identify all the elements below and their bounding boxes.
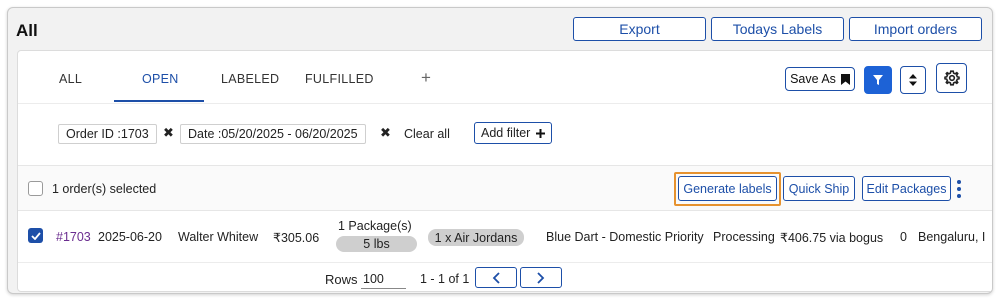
- add-tab-icon[interactable]: +: [421, 68, 431, 88]
- order-amount: ₹305.06: [273, 231, 320, 245]
- clear-all-link[interactable]: Clear all: [404, 127, 450, 141]
- bookmark-icon: [840, 73, 850, 85]
- carrier-service: Blue Dart - Domestic Priority: [546, 230, 704, 244]
- chevron-left-icon: [492, 271, 500, 284]
- tab-bar: ALL OPEN LABELED FULFILLED + Save As: [18, 51, 992, 103]
- tab-fulfilled[interactable]: FULFILLED: [305, 72, 374, 86]
- order-id-link[interactable]: #1703: [56, 230, 91, 244]
- pagination-bar: Rows 100 1 - 1 of 1: [18, 262, 992, 291]
- sort-button[interactable]: [900, 66, 926, 94]
- filter-bar: Order ID :1703 ✖ Date :05/20/2025 - 06/2…: [18, 103, 992, 159]
- table-row[interactable]: #1703 2025-06-20 Walter Whitew ₹305.06 1…: [18, 211, 992, 262]
- row-checkbox[interactable]: [28, 228, 43, 243]
- date-filter-chip[interactable]: Date :05/20/2025 - 06/20/2025: [180, 124, 366, 144]
- next-page-button[interactable]: [520, 267, 562, 288]
- tab-open[interactable]: OPEN: [142, 72, 179, 86]
- generate-labels-button[interactable]: Generate labels: [678, 176, 777, 201]
- sort-icon: [909, 74, 917, 86]
- edit-packages-button[interactable]: Edit Packages: [862, 176, 951, 201]
- destination-city: Bengaluru, I: [918, 230, 986, 244]
- plus-icon: [536, 128, 546, 138]
- order-date: 2025-06-20: [98, 230, 162, 244]
- save-as-button[interactable]: Save As: [785, 67, 855, 91]
- weight-badge: 5 lbs: [336, 236, 417, 252]
- customer-name: Walter Whitew: [178, 230, 259, 244]
- tab-all[interactable]: ALL: [59, 72, 82, 86]
- orders-panel: ALL OPEN LABELED FULFILLED + Save As Ord…: [17, 50, 992, 292]
- page-title: All: [16, 21, 38, 40]
- select-all-checkbox[interactable]: [28, 181, 43, 196]
- filter-button[interactable]: [864, 66, 892, 94]
- selection-count: 1 order(s) selected: [52, 182, 157, 196]
- import-orders-button[interactable]: Import orders: [849, 17, 982, 41]
- previous-page-button[interactable]: [475, 267, 517, 288]
- export-button[interactable]: Export: [573, 17, 706, 41]
- gear-icon: [943, 70, 960, 86]
- quick-ship-button[interactable]: Quick Ship: [783, 176, 855, 201]
- rows-per-page-select[interactable]: 100: [361, 272, 406, 289]
- checkmark-icon: [30, 231, 41, 240]
- order-id-filter-chip[interactable]: Order ID :1703: [58, 124, 157, 144]
- save-as-label: Save As: [790, 72, 836, 86]
- page-range: 1 - 1 of 1: [420, 272, 470, 286]
- add-filter-label: Add filter: [481, 126, 531, 140]
- add-filter-button[interactable]: Add filter: [474, 122, 553, 144]
- chevron-right-icon: [537, 271, 545, 284]
- bulk-action-bar: 1 order(s) selected Generate labels Quic…: [18, 165, 992, 211]
- order-status: Processing: [713, 230, 775, 244]
- tab-labeled[interactable]: LABELED: [221, 72, 279, 86]
- items-badge: 1 x Air Jordans: [428, 229, 524, 246]
- shipping-rate: ₹406.75 via bogus: [780, 231, 884, 245]
- package-count: 1 Package(s): [338, 219, 412, 233]
- active-tab-indicator: [114, 100, 204, 102]
- filter-icon: [873, 75, 883, 85]
- more-options-icon[interactable]: [954, 180, 964, 198]
- settings-button[interactable]: [936, 63, 967, 93]
- rows-label: Rows: [325, 272, 358, 287]
- remove-date-filter-icon[interactable]: ✖: [380, 125, 391, 141]
- remove-order-id-filter-icon[interactable]: ✖: [163, 125, 174, 141]
- item-count: 0: [900, 230, 907, 244]
- todays-labels-button[interactable]: Todays Labels: [711, 17, 844, 41]
- orders-window: All Export Todays Labels Import orders A…: [7, 7, 993, 294]
